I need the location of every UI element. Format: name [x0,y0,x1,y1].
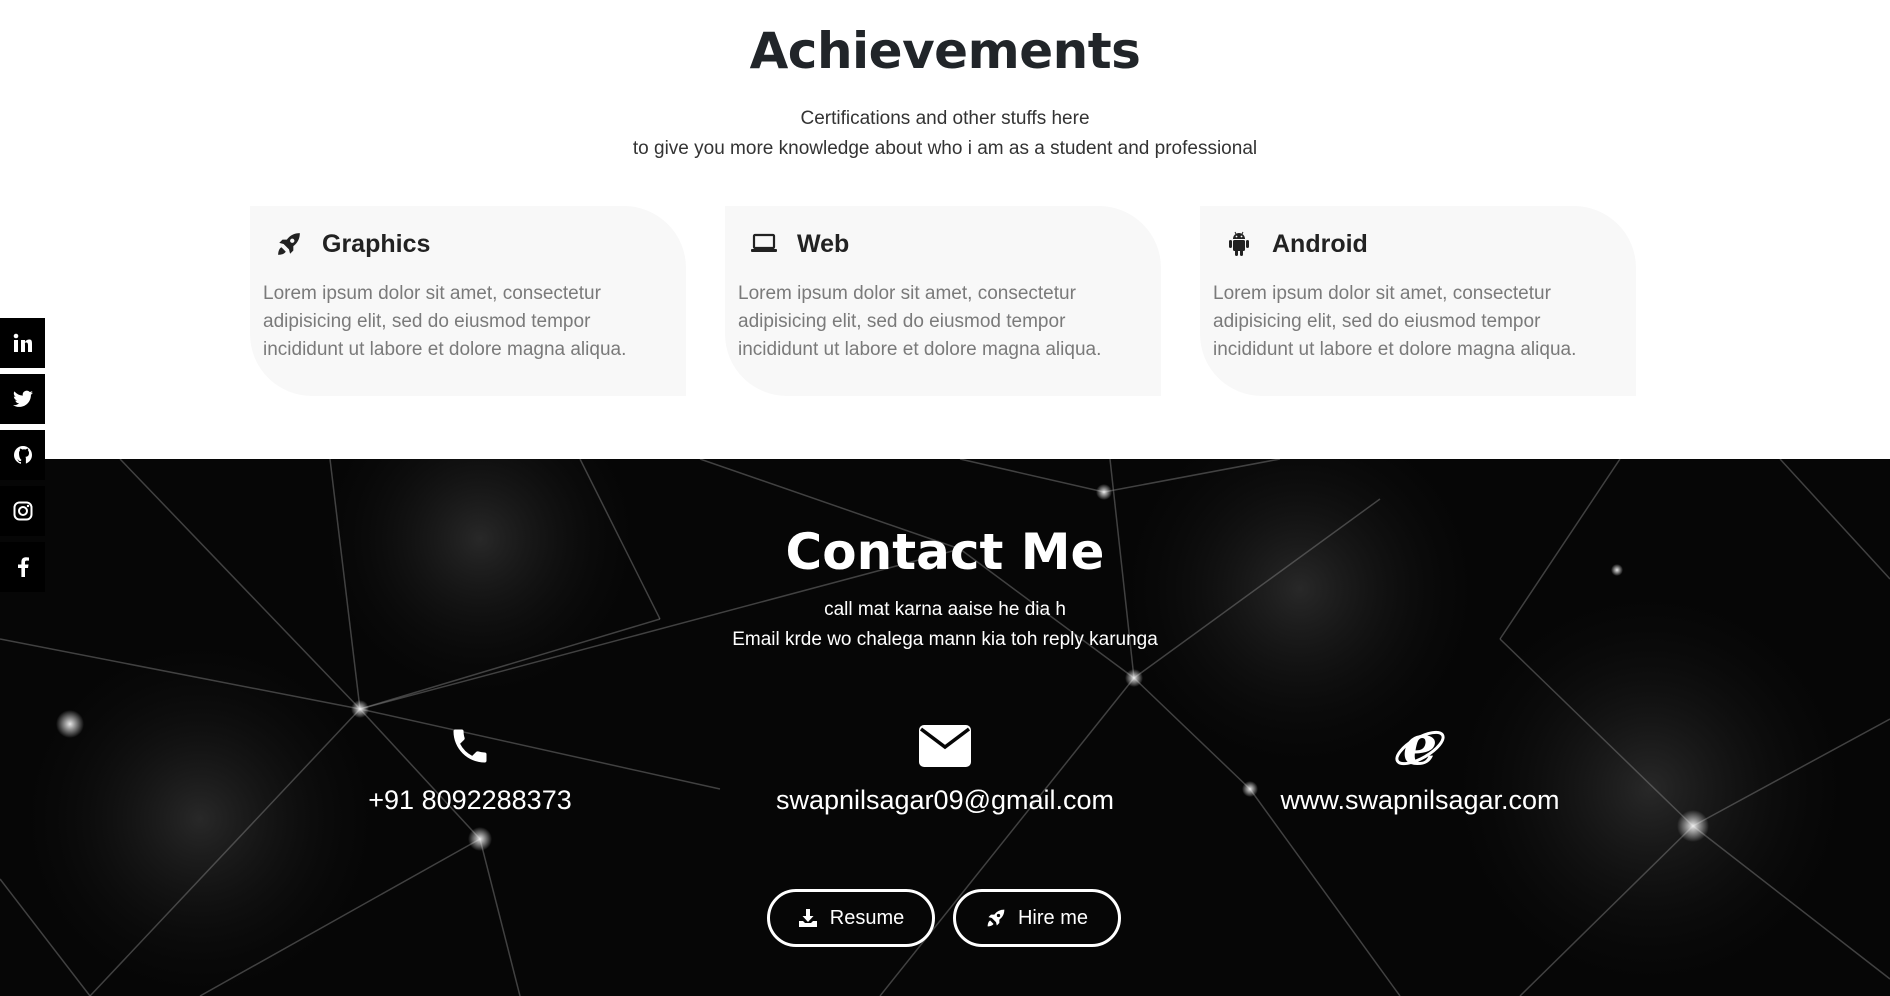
card-description: Lorem ipsum dolor sit amet, consectetur … [738,283,1102,360]
linkedin-icon [13,333,32,352]
contact-section: Contact Me call mat karna aaise he dia h… [0,459,1890,996]
resume-button[interactable]: Resume [767,889,935,947]
download-icon [798,908,818,928]
achievements-section: Achievements Certifications and other st… [0,0,1890,459]
android-icon [1224,224,1254,264]
card-title: Graphics [322,229,431,258]
phone-number[interactable]: +91 8092288373 [250,785,690,816]
laptop-icon [749,224,779,264]
card-header: Graphics [274,224,430,264]
twitter-icon [12,390,33,407]
facebook-icon [17,557,29,577]
facebook-link[interactable] [0,542,45,592]
card-graphics: Graphics Lorem ipsum dolor sit amet, con… [250,206,686,396]
card-web: Web Lorem ipsum dolor sit amet, consecte… [725,206,1161,396]
website-url[interactable]: www.swapnilsagar.com [1200,785,1640,816]
envelope-icon [725,721,1165,771]
rocket-icon [274,224,304,264]
email-address[interactable]: swapnilsagar09@gmail.com [725,785,1165,816]
card-header: Android [1224,224,1368,264]
contact-phone: +91 8092288373 [250,721,690,816]
rocket-icon [986,908,1006,928]
github-link[interactable] [0,430,45,480]
internet-explorer-icon: e [1200,720,1640,772]
achievements-subtitle-line2: to give you more knowledge about who i a… [632,138,1258,159]
contact-subtitle: call mat karna aaise he dia h Email krde… [0,595,1890,655]
card-android: Android Lorem ipsum dolor sit amet, cons… [1200,206,1636,396]
linkedin-link[interactable] [0,318,45,368]
contact-website: e www.swapnilsagar.com [1200,720,1640,816]
contact-subtitle-line1: call mat karna aaise he dia h [824,599,1066,620]
phone-icon [250,721,690,771]
social-sidebar [0,318,45,598]
hire-me-label: Hire me [1017,906,1088,929]
instagram-link[interactable] [0,486,45,536]
github-icon [13,446,32,464]
contact-title: Contact Me [785,523,1105,581]
resume-label: Resume [829,906,905,929]
card-title: Web [797,229,850,258]
card-description: Lorem ipsum dolor sit amet, consectetur … [263,283,627,360]
card-header: Web [749,224,849,264]
achievements-subtitle: Certifications and other stuffs here to … [0,104,1890,164]
twitter-link[interactable] [0,374,45,424]
contact-subtitle-line2: Email krde wo chalega mann kia toh reply… [732,629,1158,650]
achievements-title: Achievements [749,22,1141,80]
achievements-subtitle-line1: Certifications and other stuffs here [800,108,1090,129]
card-description: Lorem ipsum dolor sit amet, consectetur … [1213,283,1577,360]
instagram-icon [13,501,32,521]
hire-me-button[interactable]: Hire me [953,889,1121,947]
contact-email: swapnilsagar09@gmail.com [725,721,1165,816]
card-title: Android [1272,229,1368,258]
